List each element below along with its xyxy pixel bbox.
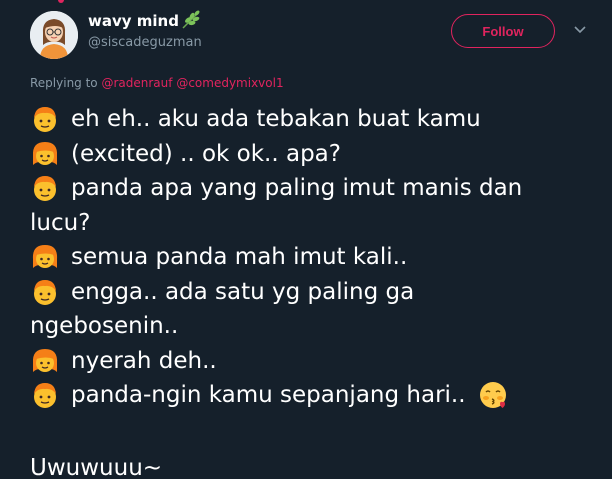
tweet-final-text: Uwuwuuu~ (30, 455, 163, 479)
replying-to-line: Replying to @radenrauf @comedymixvol1 (30, 76, 284, 90)
chevron-down-icon[interactable] (573, 25, 587, 35)
replying-to-label: Replying to (30, 76, 98, 90)
tweet-card: wavy mind @siscadeguzman Follow Replying… (0, 0, 612, 479)
tweet-line: panda-ngin kamu sepanjang hari.. (30, 378, 605, 413)
boy-icon (34, 176, 56, 202)
boy-icon (34, 383, 56, 409)
tweet-body: eh eh.. aku ada tebakan buat kamu (excit… (30, 102, 605, 479)
tweet-line-text: lucu? (30, 209, 91, 236)
tweet-line-text: panda-ngin kamu sepanjang hari.. (71, 382, 466, 408)
tweet-line-text: eh eh.. aku ada tebakan buat kamu (71, 106, 481, 132)
girl-icon (32, 245, 58, 269)
thread-connector (58, 0, 64, 3)
tweet-line: engga.. ada satu yg paling ga (30, 275, 605, 310)
tweet-line: panda apa yang paling imut manis dan (30, 171, 605, 206)
tweet-line-text: (excited) .. ok ok.. apa? (71, 140, 341, 167)
tweet-line-text: nyerah deh.. (71, 347, 217, 374)
kissing-face-icon (479, 382, 506, 409)
tweet-line: eh eh.. aku ada tebakan buat kamu (30, 102, 605, 137)
tweet-line: (excited) .. ok ok.. apa? (30, 137, 605, 172)
girl-icon (32, 141, 58, 165)
girl-icon (32, 348, 58, 372)
display-name[interactable]: wavy mind (88, 12, 179, 30)
boy-icon (34, 107, 56, 133)
tweet-line-text: panda apa yang paling imut manis dan (71, 175, 523, 201)
boy-icon (34, 279, 56, 305)
mention-link[interactable]: @comedymixvol1 (176, 76, 283, 90)
tweet-line-text: ngebosenin.. (30, 313, 179, 339)
avatar[interactable] (30, 11, 78, 59)
avatar-illustration (30, 11, 78, 59)
tweet-line: nyerah deh.. (30, 344, 605, 379)
herb-icon (182, 10, 200, 29)
follow-button[interactable]: Follow (451, 14, 555, 48)
user-handle[interactable]: @siscadeguzman (88, 35, 202, 50)
tweet-line-text: engga.. ada satu yg paling ga (71, 278, 415, 305)
mention-link[interactable]: @radenrauf (101, 76, 172, 90)
tweet-line-text: semua panda mah imut kali.. (71, 244, 408, 270)
tweet-line: semua panda mah imut kali.. (30, 240, 605, 275)
